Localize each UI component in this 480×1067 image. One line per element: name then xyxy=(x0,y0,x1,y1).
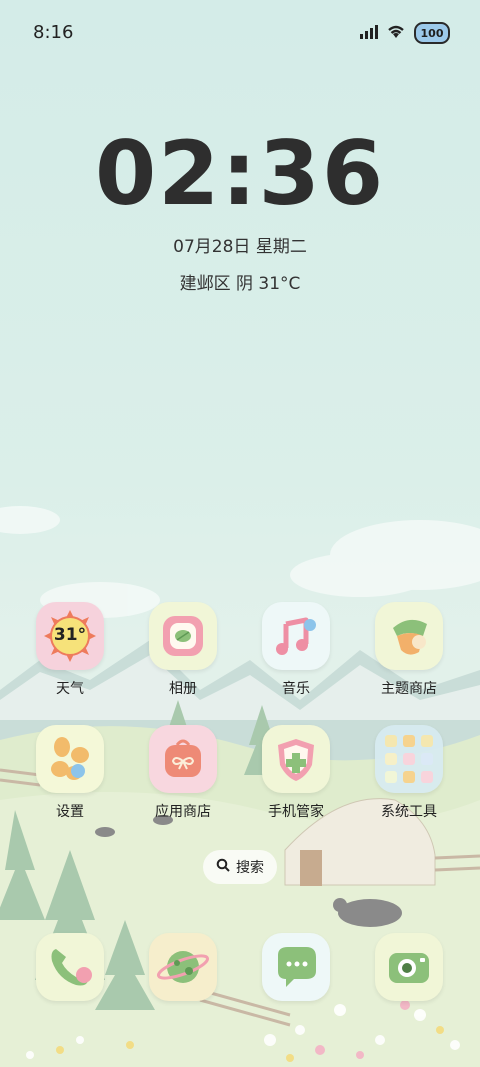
dock-phone[interactable] xyxy=(36,933,104,1001)
search-button[interactable]: 搜索 xyxy=(203,850,277,884)
app-label: 音乐 xyxy=(282,681,310,697)
app-label: 手机管家 xyxy=(268,804,324,820)
status-bar: 8:16 100 xyxy=(0,0,480,68)
dock-camera[interactable] xyxy=(375,933,443,1001)
clock-date: 07月28日 星期二 xyxy=(173,237,307,257)
clock-weather: 建邺区 阴 31°C xyxy=(179,274,301,294)
clock-widget[interactable]: 02:36 07月28日 星期二 建邺区 阴 31°C xyxy=(0,122,480,295)
settings-icon xyxy=(36,725,104,793)
weather-icon: 31° xyxy=(36,602,104,670)
gallery-icon xyxy=(149,602,217,670)
battery-icon: 100 xyxy=(414,22,450,44)
status-icons: 100 xyxy=(360,22,450,44)
theme-store-icon xyxy=(375,602,443,670)
clock-time: 02:36 xyxy=(94,122,386,225)
dock-messages[interactable] xyxy=(262,933,330,1001)
messages-icon xyxy=(278,947,316,987)
weather-badge: 31° xyxy=(53,625,87,645)
app-settings[interactable]: 设置 xyxy=(22,725,118,821)
dock-browser[interactable] xyxy=(149,933,217,1001)
app-music[interactable]: 音乐 xyxy=(248,602,344,698)
status-time: 8:16 xyxy=(33,22,74,43)
phone-icon xyxy=(51,949,92,986)
system-tools-folder-icon xyxy=(375,725,443,793)
app-gallery[interactable]: 相册 xyxy=(135,602,231,698)
app-label: 应用商店 xyxy=(155,804,211,820)
app-store-icon xyxy=(149,725,217,793)
app-label: 设置 xyxy=(56,804,84,820)
app-label: 天气 xyxy=(56,681,84,697)
app-system-tools[interactable]: 系统工具 xyxy=(361,725,457,821)
app-label: 系统工具 xyxy=(381,804,437,820)
signal-icon xyxy=(360,24,378,43)
app-app-store[interactable]: 应用商店 xyxy=(135,725,231,821)
music-icon xyxy=(262,602,330,670)
browser-icon xyxy=(156,951,210,983)
camera-icon xyxy=(389,953,429,983)
search-label: 搜索 xyxy=(236,860,264,876)
app-theme-store[interactable]: 主题商店 xyxy=(361,602,457,698)
app-weather[interactable]: 31° 天气 xyxy=(22,602,118,698)
wifi-icon xyxy=(386,23,406,43)
app-label: 相册 xyxy=(169,681,197,697)
app-label: 主题商店 xyxy=(381,681,437,697)
app-security[interactable]: 手机管家 xyxy=(248,725,344,821)
security-icon xyxy=(262,725,330,793)
search-icon xyxy=(216,858,230,876)
